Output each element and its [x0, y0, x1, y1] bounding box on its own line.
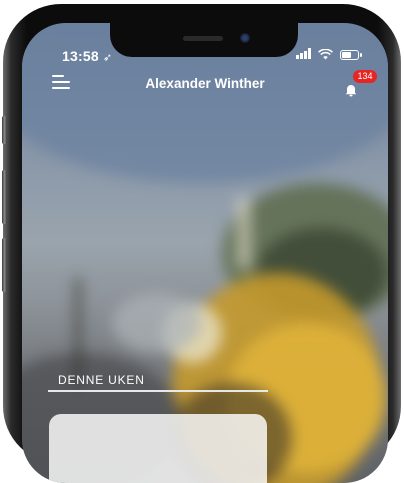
status-time: 13:58 ➶	[62, 48, 113, 64]
battery-icon	[340, 50, 362, 60]
phone-frame: 13:58 ➶ Alexander Winther 134 DENNE UKEN	[2, 4, 401, 483]
section-label: DENNE UKEN	[58, 373, 145, 387]
volume-down-button	[2, 238, 7, 292]
silent-switch	[2, 116, 7, 144]
week-summary-card[interactable]	[49, 414, 267, 483]
notch	[110, 23, 298, 57]
screen: 13:58 ➶ Alexander Winther 134 DENNE UKEN	[22, 23, 388, 483]
wifi-icon	[318, 49, 333, 60]
volume-up-button	[2, 170, 7, 224]
cellular-signal-icon	[296, 48, 311, 59]
notification-count-badge: 134	[353, 70, 377, 83]
front-camera	[240, 33, 250, 43]
section-underline	[48, 390, 268, 392]
location-icon: ➶	[102, 52, 113, 64]
bell-icon[interactable]	[344, 83, 358, 97]
speaker	[183, 36, 223, 41]
page-title: Alexander Winther	[145, 76, 265, 91]
